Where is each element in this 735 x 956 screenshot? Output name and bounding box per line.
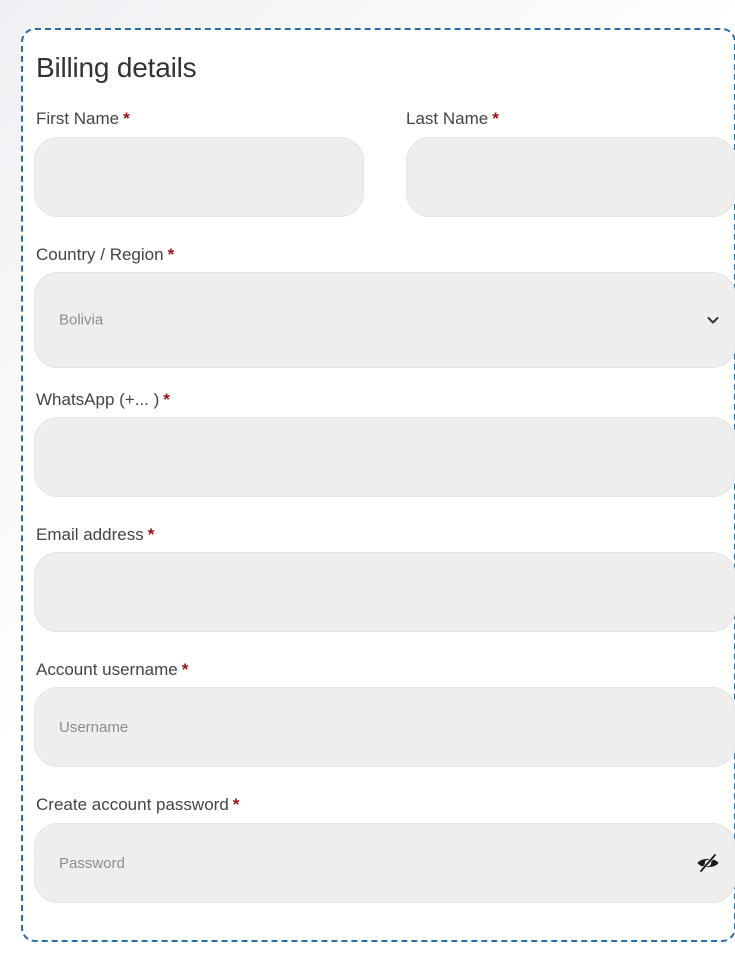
- whatsapp-label-text: WhatsApp (+... ): [36, 390, 160, 409]
- required-marker: *: [147, 525, 155, 544]
- required-marker: *: [492, 109, 499, 128]
- email-input[interactable]: [34, 552, 735, 632]
- whatsapp-input[interactable]: [34, 417, 735, 497]
- password-label-text: Create account password: [36, 795, 229, 814]
- form-title: Billing details: [36, 52, 197, 83]
- chevron-down-icon: [707, 317, 719, 324]
- last-name-label-text: Last Name: [406, 109, 489, 128]
- username-label-text: Account username: [36, 660, 178, 679]
- whatsapp-label: WhatsApp (+... ) *: [36, 390, 170, 410]
- username-label: Account username *: [36, 660, 188, 680]
- username-input[interactable]: [34, 687, 735, 767]
- password-input[interactable]: [34, 823, 735, 903]
- password-label: Create account password *: [36, 795, 239, 815]
- eye-slash-icon[interactable]: [696, 853, 720, 873]
- email-label: Email address *: [36, 525, 154, 545]
- required-marker: *: [123, 109, 130, 128]
- required-marker: *: [181, 660, 189, 679]
- email-label-text: Email address: [36, 525, 144, 544]
- first-name-input[interactable]: [34, 137, 364, 217]
- country-select[interactable]: Bolivia: [34, 272, 735, 368]
- first-name-label: First Name *: [36, 109, 130, 129]
- billing-details-form: Billing details First Name * Last Name * C…: [21, 28, 735, 942]
- required-marker: *: [163, 390, 170, 409]
- last-name-input[interactable]: [406, 137, 735, 217]
- country-label: Country / Region *: [36, 245, 174, 265]
- country-selected-value: Bolivia: [59, 311, 104, 329]
- required-marker: *: [232, 795, 240, 814]
- first-name-label-text: First Name: [36, 109, 120, 128]
- last-name-label: Last Name *: [406, 109, 499, 129]
- required-marker: *: [167, 245, 175, 264]
- country-label-text: Country / Region: [36, 245, 164, 264]
